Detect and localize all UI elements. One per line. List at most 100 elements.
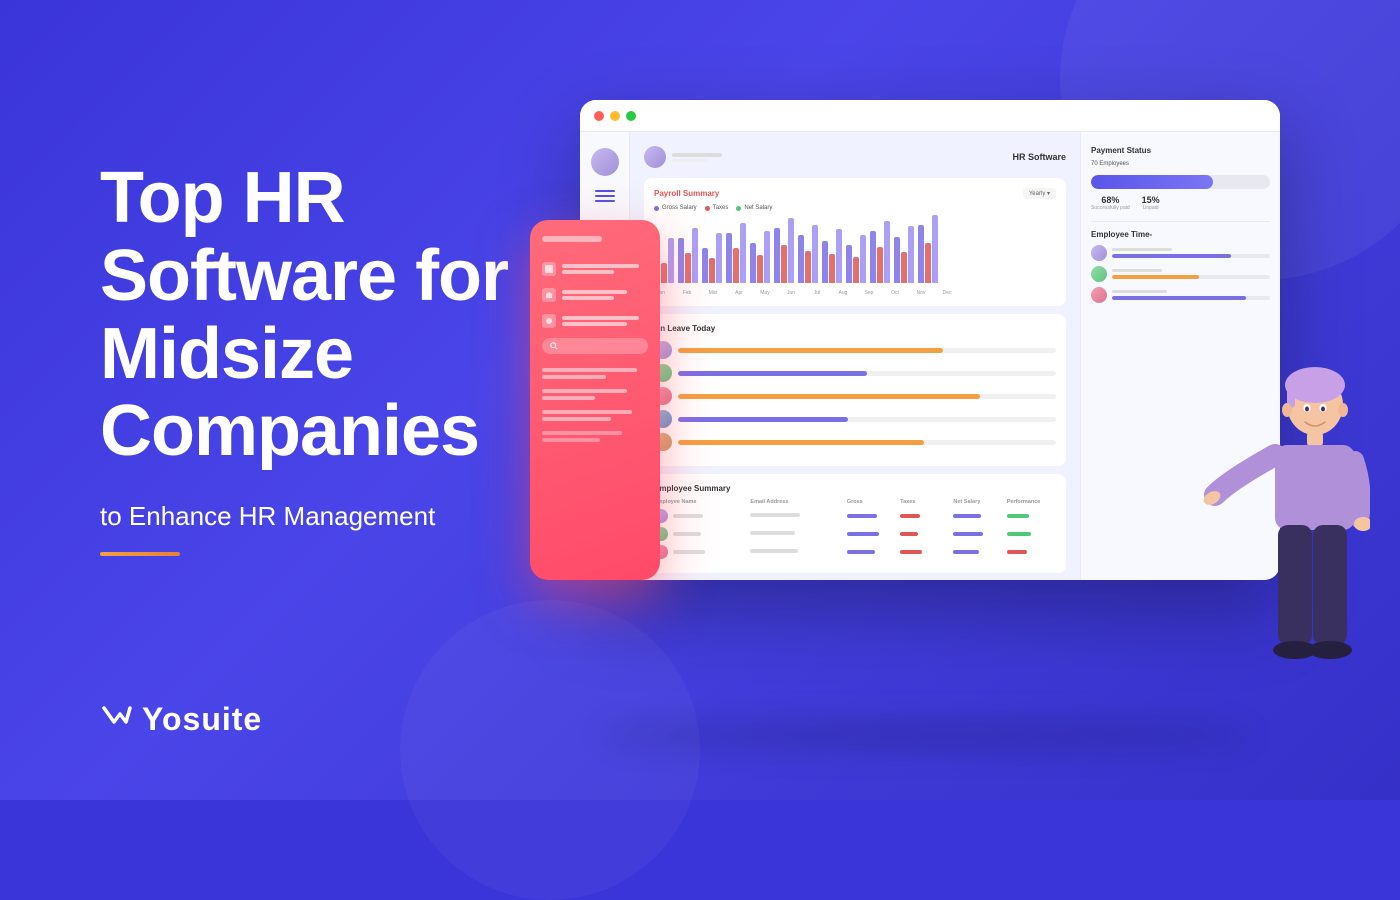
bar	[870, 231, 876, 283]
time-info-2	[1112, 269, 1270, 279]
bar	[702, 248, 708, 283]
time-bar-container-1	[1112, 254, 1270, 258]
illustration-area: HR Software Payroll Summary Yearly ▾ Gro…	[500, 0, 1400, 800]
col-net: Net Salary	[953, 499, 1002, 505]
row3-email	[750, 549, 842, 555]
dashboard-main-content: HR Software Payroll Summary Yearly ▾ Gro…	[630, 132, 1080, 580]
row2-perf	[1007, 532, 1056, 536]
bar	[805, 251, 811, 283]
nav-line	[562, 296, 614, 300]
nav-line	[562, 270, 614, 274]
bar-feb-net	[692, 228, 698, 283]
payment-employees-count: 70 Employees	[1091, 161, 1270, 167]
employee-summary-section: Employee Summary Employee Name Email Add…	[644, 474, 1066, 573]
mobile-list-item-1	[542, 368, 648, 379]
time-bar-container-3	[1112, 296, 1270, 300]
bar	[918, 225, 924, 283]
leave-bar-container-5	[678, 440, 1056, 445]
list-line	[542, 417, 611, 421]
list-line	[542, 438, 600, 442]
row2-taxes	[900, 532, 949, 536]
label-apr: Apr	[732, 290, 746, 296]
row1-gross-bar	[847, 514, 877, 518]
list-line	[542, 368, 637, 372]
bar-group-nov	[894, 226, 914, 283]
bar	[853, 257, 859, 283]
nav-line	[562, 264, 639, 268]
payment-paid-value: 68%	[1091, 195, 1130, 205]
row3-perf-bar	[1007, 550, 1027, 554]
bar	[901, 252, 907, 283]
bar	[750, 243, 756, 283]
dashboard-user-avatar	[644, 146, 666, 168]
list-line	[542, 375, 606, 379]
legend-gross: Gross Salary	[654, 205, 697, 211]
employee-time-title: Employee Time-	[1091, 230, 1270, 239]
dashboard-title: HR Software	[1012, 152, 1066, 162]
bar	[774, 228, 780, 283]
row3-perf	[1007, 550, 1056, 554]
time-avatar-3	[1091, 287, 1107, 303]
divider	[1091, 221, 1270, 222]
legend-dot-taxes	[705, 206, 710, 211]
time-item-2	[1091, 266, 1270, 282]
leave-bar-container-1	[678, 348, 1056, 353]
payroll-header: Payroll Summary Yearly ▾	[654, 188, 1056, 199]
summary-row-3	[654, 545, 1056, 559]
bar-group-sep	[846, 235, 866, 283]
window-dot-yellow	[610, 111, 620, 121]
time-name-bar-3	[1112, 290, 1167, 293]
summary-row-2	[654, 527, 1056, 541]
dashboard-user-row: HR Software	[644, 146, 1066, 168]
user-name-bar	[672, 153, 722, 157]
time-info-3	[1112, 290, 1270, 300]
leave-item-2	[654, 364, 1056, 382]
bar-jan-taxes	[661, 263, 667, 283]
time-info-1	[1112, 248, 1270, 258]
col-email: Email Address	[750, 499, 842, 505]
payment-unpaid-value: 15%	[1142, 195, 1160, 205]
leave-item-4	[654, 410, 1056, 428]
row2-name-bar	[673, 532, 701, 536]
window-body: HR Software Payroll Summary Yearly ▾ Gro…	[580, 132, 1280, 580]
leave-item-3	[654, 387, 1056, 405]
row2-gross-bar	[847, 532, 879, 536]
window-titlebar	[580, 100, 1280, 132]
bar-group-apr	[726, 223, 746, 283]
bar	[757, 255, 763, 283]
bar	[860, 235, 866, 283]
bar	[829, 254, 835, 283]
leave-bar-4	[678, 417, 848, 422]
leave-title: On Leave Today	[654, 324, 1056, 333]
legend-taxes: Taxes	[705, 205, 729, 211]
bar-group-mar	[702, 233, 722, 283]
bar-feb-taxes	[685, 253, 691, 283]
logo[interactable]: Yosuite	[100, 698, 262, 740]
col-name: Employee Name	[654, 499, 746, 505]
time-item-3	[1091, 287, 1270, 303]
mobile-list-item-3	[542, 410, 648, 421]
bar	[709, 258, 715, 283]
time-bar-1	[1112, 254, 1231, 258]
row1-name-bar	[673, 514, 703, 518]
bar	[764, 231, 770, 283]
sidebar-avatar	[591, 148, 619, 176]
leave-bar-container-2	[678, 371, 1056, 376]
bar-group-dec	[918, 215, 938, 283]
bar	[908, 226, 914, 283]
time-item-1	[1091, 245, 1270, 261]
row1-net-bar	[953, 514, 981, 518]
mobile-nav-lines-2	[562, 290, 648, 300]
payment-stats: 68% Successfully paid 15% Unpaid	[1091, 195, 1270, 211]
mobile-list-item-2	[542, 389, 648, 400]
leave-section: On Leave Today	[644, 314, 1066, 466]
label-jul: Jul	[810, 290, 824, 296]
time-avatar-2	[1091, 266, 1107, 282]
bar-group-jun	[774, 218, 794, 283]
row2-net	[953, 532, 1002, 536]
leave-bar-3	[678, 394, 980, 399]
bar	[894, 237, 900, 283]
row3-name	[654, 545, 746, 559]
bar	[733, 248, 739, 283]
mobile-nav	[542, 262, 648, 328]
